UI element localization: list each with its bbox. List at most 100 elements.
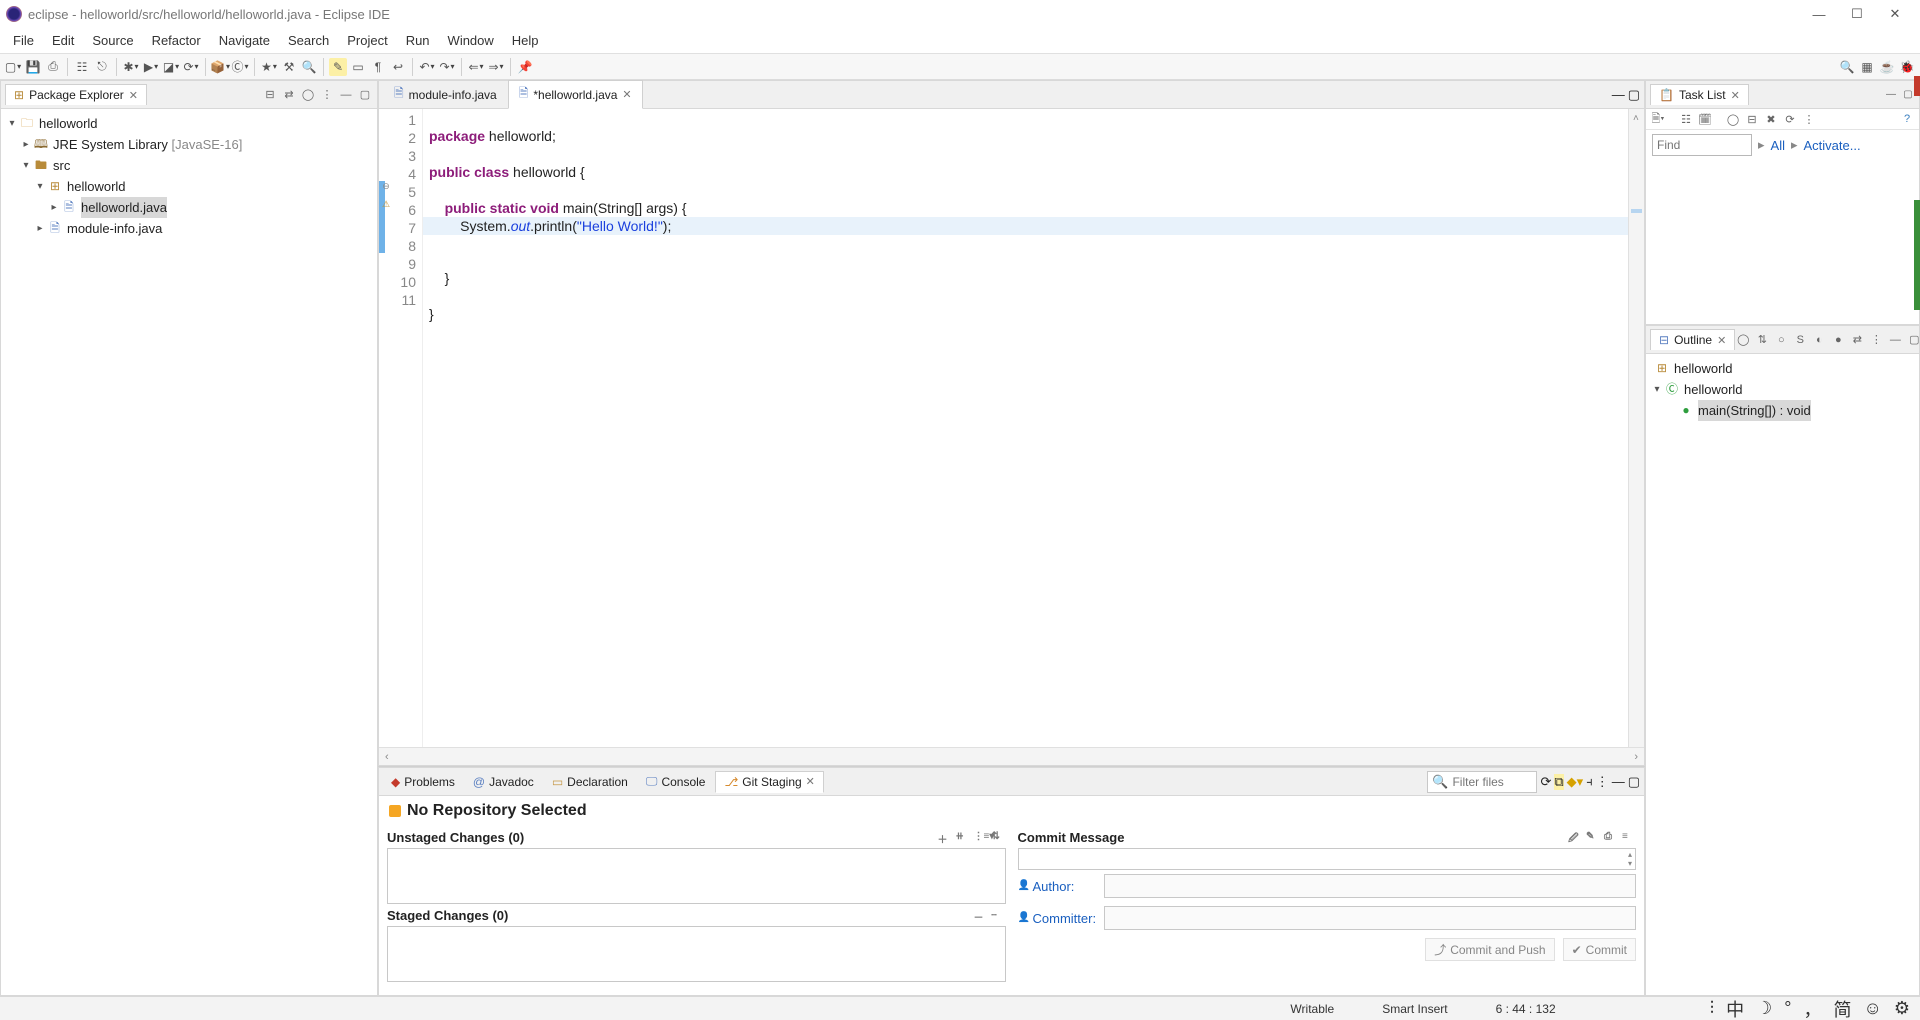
sort-button[interactable]: ⇅	[992, 831, 1006, 845]
hide-local-button[interactable]: ●	[1830, 332, 1846, 348]
signoff-button[interactable]: ✎	[1586, 831, 1600, 845]
toggle-block-button[interactable]: ▭	[349, 58, 367, 76]
chevron-right-icon[interactable]: ▸	[47, 197, 61, 218]
view-menu-button[interactable]: ⋮	[1868, 332, 1884, 348]
chevron-down-icon[interactable]: ▾	[33, 176, 47, 197]
focus-workweek-button[interactable]: ◯	[1725, 111, 1741, 127]
menu-source[interactable]: Source	[83, 30, 142, 51]
chevron-right-icon[interactable]: ▸	[19, 134, 33, 155]
minimize-view-button[interactable]: —	[338, 87, 354, 103]
menu-navigate[interactable]: Navigate	[210, 30, 279, 51]
overview-marker[interactable]	[1631, 209, 1642, 213]
tab-console[interactable]: 🖵Console	[638, 771, 714, 792]
menu-run[interactable]: Run	[397, 30, 439, 51]
focus-button[interactable]: ◯	[1735, 332, 1751, 348]
file-node-moduleinfo[interactable]: ▸ 🗎 module-info.java	[5, 218, 373, 239]
help-button[interactable]: ?	[1899, 111, 1915, 127]
presentation-button[interactable]: ⋮≡▾	[974, 831, 988, 845]
maximize-view-button[interactable]: ▢	[1906, 332, 1920, 348]
committer-input[interactable]	[1104, 906, 1637, 930]
menu-edit[interactable]: Edit	[43, 30, 83, 51]
outline-tree[interactable]: ⊞ helloworld ▾ Ⓒ helloworld ● main(Strin…	[1646, 354, 1919, 995]
changeid-button[interactable]: ⎙	[1604, 831, 1618, 845]
quickfix-icon[interactable]: ⚠	[379, 199, 393, 217]
outline-tab[interactable]: ⊟ Outline ✕	[1650, 329, 1735, 350]
collapse-all-button[interactable]: ⊟	[1744, 111, 1760, 127]
chevron-down-icon[interactable]: ▾	[5, 113, 19, 134]
ime-moon-button[interactable]: ☽	[1756, 998, 1772, 1019]
hide-static-button[interactable]: S	[1792, 332, 1808, 348]
open-task-button[interactable]: ★	[260, 58, 278, 76]
ime-punctuation-button[interactable]: ，	[1803, 996, 1821, 1020]
menu-window[interactable]: Window	[439, 30, 503, 51]
compare-mode-button[interactable]: ⧉	[1554, 774, 1563, 790]
package-explorer-tab[interactable]: ⊞ Package Explorer ✕	[5, 84, 147, 105]
ime-indicator-icon[interactable]: ⫶	[1710, 998, 1715, 1019]
link-editor-button[interactable]: ⇄	[281, 87, 297, 103]
refresh-button[interactable]: ⟳	[1540, 774, 1551, 790]
add-selected-button[interactable]: ＋	[938, 831, 952, 845]
chevron-right-icon[interactable]: ▸	[33, 218, 47, 239]
forward-button[interactable]: ⇒	[487, 58, 505, 76]
unstaged-box[interactable]	[387, 848, 1006, 904]
view-menu-button[interactable]: ⋮	[319, 87, 335, 103]
editor-tab-helloworld[interactable]: 🗎 *helloworld.java ✕	[508, 80, 643, 109]
scroll-right-icon[interactable]: ›	[1634, 751, 1638, 763]
minimize-view-button[interactable]: —	[1612, 774, 1625, 789]
chevron-down-icon[interactable]: ▾	[1650, 379, 1664, 400]
maximize-view-button[interactable]: ▢	[1901, 88, 1915, 102]
commit-button[interactable]: ✔Commit	[1563, 938, 1636, 961]
maximize-view-button[interactable]: ▢	[357, 87, 373, 103]
hide-fields-button[interactable]: ○	[1773, 332, 1789, 348]
editor-tab-moduleinfo[interactable]: 🗎 module-info.java	[383, 80, 508, 109]
view-menu-button[interactable]: ⋮	[1801, 111, 1817, 127]
sort-button[interactable]: ⇅	[1754, 332, 1770, 348]
open-perspective-button[interactable]: ▦	[1858, 58, 1876, 76]
open-type-button[interactable]: ☷	[73, 58, 91, 76]
layout-button[interactable]: ⫞	[1586, 774, 1593, 790]
ime-chinese-button[interactable]: 中	[1726, 996, 1744, 1020]
close-icon[interactable]: ✕	[622, 88, 631, 101]
fold-toggle-icon[interactable]: ⊖	[379, 181, 393, 199]
commit-message-box[interactable]: ▴▾	[1018, 848, 1637, 870]
amend-button[interactable]: 🖉	[1568, 831, 1582, 845]
menu-project[interactable]: Project	[338, 30, 396, 51]
search-button[interactable]: 🔍	[300, 58, 318, 76]
unstage-all-button[interactable]: ⧿	[992, 909, 1006, 923]
scroll-left-icon[interactable]: ‹	[385, 751, 389, 763]
tab-javadoc[interactable]: @Javadoc	[465, 772, 542, 792]
close-icon[interactable]: ✕	[1731, 89, 1740, 102]
menu-help[interactable]: Help	[503, 30, 548, 51]
overview-ruler[interactable]: ˄	[1628, 109, 1644, 747]
run-button[interactable]: ▶	[142, 58, 160, 76]
task-find-input[interactable]	[1652, 134, 1752, 156]
task-list-tab[interactable]: 📋 Task List ✕	[1650, 84, 1749, 105]
tab-git-staging[interactable]: ⎇Git Staging✕	[715, 771, 823, 793]
activate-link[interactable]: Activate...	[1804, 138, 1861, 153]
maximize-editor-button[interactable]: ▢	[1628, 87, 1640, 103]
menu-refactor[interactable]: Refactor	[143, 30, 210, 51]
minimize-view-button[interactable]: —	[1887, 332, 1903, 348]
view-menu-button[interactable]: ⋮	[1596, 774, 1609, 790]
project-node[interactable]: ▾ 🗀 helloworld	[5, 113, 373, 134]
jre-node[interactable]: ▸ 🕮 JRE System Library [JavaSE-16]	[5, 134, 373, 155]
chevron-down-icon[interactable]: ▾	[19, 155, 33, 176]
focus-task-button[interactable]: ◯	[300, 87, 316, 103]
menu-search[interactable]: Search	[279, 30, 338, 51]
close-icon[interactable]: ✕	[806, 775, 815, 788]
coverage-button[interactable]: ◪	[162, 58, 180, 76]
minimize-editor-button[interactable]: —	[1612, 87, 1625, 103]
package-explorer-tree[interactable]: ▾ 🗀 helloworld ▸ 🕮 JRE System Library [J…	[1, 109, 377, 995]
outline-method-node[interactable]: ● main(String[]) : void	[1650, 400, 1915, 421]
scheduled-button[interactable]: 🗓	[1697, 111, 1713, 127]
save-all-button[interactable]: ⎙	[44, 58, 62, 76]
run-last-button[interactable]: ⟳	[182, 58, 200, 76]
new-task-button[interactable]: 🗎▾	[1650, 111, 1666, 127]
all-filter-link[interactable]: All	[1771, 138, 1785, 153]
minimize-view-button[interactable]: —	[1884, 88, 1898, 102]
debug-perspective-button[interactable]: 🐞	[1898, 58, 1916, 76]
staged-box[interactable]	[387, 926, 1006, 982]
back-button[interactable]: ⇐	[467, 58, 485, 76]
close-icon[interactable]: ✕	[1717, 334, 1726, 347]
close-icon[interactable]: ✕	[129, 89, 138, 102]
